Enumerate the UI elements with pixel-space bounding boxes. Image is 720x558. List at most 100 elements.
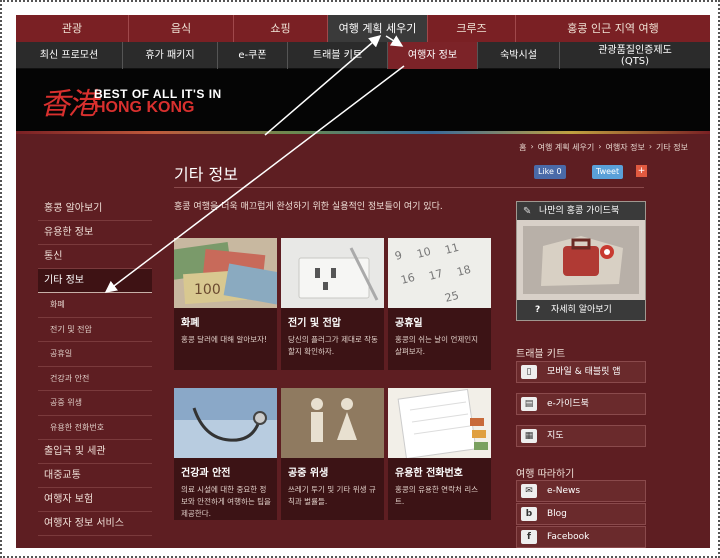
sub-nav-travel-kit[interactable]: 트래블 키트 xyxy=(288,42,388,69)
power-outlet-image xyxy=(281,238,384,308)
breadcrumb-current: 기타 정보 xyxy=(656,143,688,152)
card-electricity[interactable]: 전기 및 전압 당신의 플러그가 제대로 작동할지 확인하자. xyxy=(281,238,384,370)
sub-nav-accommodation[interactable]: 숙박시설 xyxy=(478,42,560,69)
breadcrumb-plan-trip[interactable]: 여행 계획 세우기 xyxy=(538,142,595,153)
travel-kit-map[interactable]: ▦ 지도 xyxy=(516,425,646,447)
mobile-phone-icon: ▯ xyxy=(521,365,537,379)
sidebar-subitem-phone-numbers[interactable]: 유용한 전화번호 xyxy=(38,416,152,440)
stethoscope-image xyxy=(174,388,277,458)
screenshot-frame: 관광 음식 쇼핑 여행 계획 세우기 크루즈 홍콩 인근 지역 여행 최신 프로… xyxy=(0,0,720,558)
envelope-icon: ✉ xyxy=(521,484,537,498)
sidebar-item-communication[interactable]: 통신 xyxy=(38,245,152,269)
travel-kit-heading: 트래블 키트 xyxy=(516,349,566,360)
sidebar-item-about-hk[interactable]: 홍콩 알아보기 xyxy=(38,197,152,221)
calendar-image: 9 10 11 16 17 18 25 xyxy=(388,238,491,308)
follow-blog-label: Blog xyxy=(547,509,567,519)
sub-nav-ecoupon[interactable]: e-쿠폰 xyxy=(218,42,288,69)
follow-facebook[interactable]: f Facebook xyxy=(516,526,646,548)
top-nav-nearby[interactable]: 홍콩 인근 지역 여행 xyxy=(516,15,710,42)
breadcrumb-separator: › xyxy=(598,142,602,151)
guidebook-title: 나만의 홍콩 가이드북 xyxy=(539,206,620,216)
card-phone-numbers[interactable]: 유용한 전화번호 홍콩의 유용한 연락처 리스트. xyxy=(388,388,491,520)
follow-blog[interactable]: b Blog xyxy=(516,503,646,525)
title-divider xyxy=(174,187,644,188)
sidebar-item-immigration[interactable]: 출입국 및 세관 xyxy=(38,440,152,464)
travel-kit-eguidebook-label: e-가이드북 xyxy=(547,399,589,409)
sidebar-subitem-hygiene[interactable]: 공중 위생 xyxy=(38,391,152,416)
sidebar-item-info-services[interactable]: 여행자 정보 서비스 xyxy=(38,512,152,536)
sidebar-subitem-holidays[interactable]: 공휴일 xyxy=(38,342,152,367)
card-hygiene[interactable]: 공중 위생 쓰레기 투기 및 기타 위생 규칙과 벌률들. xyxy=(281,388,384,520)
guidebook-more-label: 자세히 알아보기 xyxy=(551,305,612,315)
breadcrumb-separator: › xyxy=(648,142,653,151)
guidebook-header: ✎ 나만의 홍콩 가이드북 xyxy=(517,202,645,220)
sidebar-item-insurance[interactable]: 여행자 보험 xyxy=(38,488,152,512)
sidebar-item-transport[interactable]: 대중교통 xyxy=(38,464,152,488)
sidebar-subitem-health-safety[interactable]: 건강과 안전 xyxy=(38,367,152,391)
breadcrumb-traveller-info[interactable]: 여행자 정보 xyxy=(605,142,644,153)
sidebar-subitem-currency[interactable]: 화폐 xyxy=(38,293,152,318)
follow-heading: 여행 따라하기 xyxy=(516,469,575,480)
follow-enews[interactable]: ✉ e-News xyxy=(516,480,646,502)
blog-icon: b xyxy=(521,507,537,521)
travel-kit-mobile-app[interactable]: ▯ 모바일 & 태블릿 앱 xyxy=(516,361,646,383)
sidebar-subitem-electricity[interactable]: 전기 및 전압 xyxy=(38,318,152,342)
logo-chinese[interactable]: 香港 xyxy=(40,79,98,123)
breadcrumb: 홈 › 여행 계획 세우기 › 여행자 정보 › 기타 정보 xyxy=(519,142,688,153)
address-book-image xyxy=(388,388,491,458)
breadcrumb-separator: › xyxy=(530,142,534,151)
svg-text:100: 100 xyxy=(194,282,221,298)
intro-text: 홍콩 여행을 더욱 매끄럽게 완성하기 위한 실용적인 정보들이 여기 있다. xyxy=(174,202,443,212)
sidebar-item-other-info[interactable]: 기타 정보 xyxy=(38,269,152,293)
sub-nav: 최신 프로모션 휴가 패키지 e-쿠폰 트래블 키트 여행자 정보 숙박시설 관… xyxy=(16,42,710,69)
travel-kit-mobile-label: 모바일 & 태블릿 앱 xyxy=(547,367,621,377)
card-description: 당신의 플러그가 제대로 작동할지 확인하자. xyxy=(288,335,378,356)
card-description: 홍콩 달러에 대해 알아보자! xyxy=(181,335,268,344)
card-description: 쓰레기 투기 및 기타 위생 규칙과 벌률들. xyxy=(288,485,376,506)
card-title: 유용한 전화번호 xyxy=(395,468,463,479)
follow-enews-label: e-News xyxy=(547,486,581,496)
my-guidebook-widget[interactable]: ✎ 나만의 홍콩 가이드북 ? 자세히 알아보기 xyxy=(516,201,646,321)
tweet-button[interactable]: Tweet xyxy=(592,165,624,179)
logo-hong-kong: HONG KONG xyxy=(94,99,195,116)
restroom-sign-image xyxy=(281,388,384,458)
top-nav-food[interactable]: 음식 xyxy=(129,15,234,42)
share-plus-button[interactable]: + xyxy=(636,165,647,177)
card-title: 공휴일 xyxy=(395,318,423,329)
card-health-safety[interactable]: 건강과 안전 의료 시설에 대한 중요한 정보와 안전하게 여행하는 팁을 제공… xyxy=(174,388,277,520)
facebook-like-button[interactable]: Like 0 xyxy=(534,165,566,179)
card-title: 건강과 안전 xyxy=(181,468,231,479)
page-title: 기타 정보 xyxy=(174,165,238,184)
top-nav-plan-trip[interactable]: 여행 계획 세우기 xyxy=(328,15,428,42)
color-stripe xyxy=(16,131,710,134)
card-description: 홍콩의 쉬는 날이 언제인지 살펴보자. xyxy=(395,335,479,356)
card-title: 전기 및 전압 xyxy=(288,318,341,329)
card-currency[interactable]: 100 화폐 홍콩 달러에 대해 알아보자! xyxy=(174,238,277,370)
top-nav: 관광 음식 쇼핑 여행 계획 세우기 크루즈 홍콩 인근 지역 여행 xyxy=(16,15,710,42)
breadcrumb-home[interactable]: 홈 xyxy=(519,142,526,153)
card-description: 홍콩의 유용한 연락처 리스트. xyxy=(395,485,479,506)
card-title: 화폐 xyxy=(181,318,200,329)
sidebar-item-useful-info[interactable]: 유용한 정보 xyxy=(38,221,152,245)
currency-image: 100 xyxy=(174,238,277,308)
top-nav-cruise[interactable]: 크루즈 xyxy=(428,15,516,42)
question-icon: ? xyxy=(535,305,541,315)
guidebook-more-button[interactable]: ? 자세히 알아보기 xyxy=(517,300,645,320)
pencil-icon: ✎ xyxy=(523,206,532,217)
page: 관광 음식 쇼핑 여행 계획 세우기 크루즈 홍콩 인근 지역 여행 최신 프로… xyxy=(16,15,710,548)
sub-nav-packages[interactable]: 휴가 패키지 xyxy=(123,42,218,69)
follow-facebook-label: Facebook xyxy=(547,532,590,542)
card-title: 공중 위생 xyxy=(288,468,329,479)
travel-kit-eguidebook[interactable]: ▤ e-가이드북 xyxy=(516,393,646,415)
card-description: 의료 시설에 대한 중요한 정보와 안전하게 여행하는 팁을 제공한다. xyxy=(181,485,271,518)
card-holidays[interactable]: 9 10 11 16 17 18 25 공휴일 홍콩의 쉬는 날이 언제인지 살… xyxy=(388,238,491,370)
top-nav-sightseeing[interactable]: 관광 xyxy=(16,15,129,42)
brand-banner: 香港 BEST OF ALL IT'S IN HONG KONG xyxy=(16,69,710,131)
sub-nav-traveller-info[interactable]: 여행자 정보 xyxy=(388,42,478,69)
top-nav-shopping[interactable]: 쇼핑 xyxy=(234,15,328,42)
sub-nav-promotions[interactable]: 최신 프로모션 xyxy=(16,42,123,69)
travel-kit-map-label: 지도 xyxy=(547,431,564,441)
sidebar: 홍콩 알아보기 유용한 정보 통신 기타 정보 화폐 전기 및 전압 공휴일 건… xyxy=(38,197,152,536)
sub-nav-qts[interactable]: 관광품질인증제도 (QTS) xyxy=(560,42,710,69)
ebook-icon: ▤ xyxy=(521,397,537,411)
